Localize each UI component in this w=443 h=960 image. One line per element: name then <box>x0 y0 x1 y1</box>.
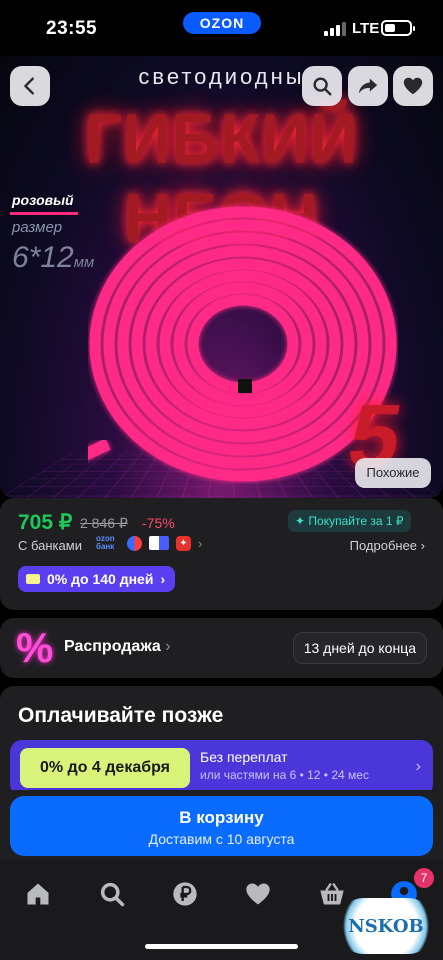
chevron-right-icon: › <box>160 571 166 587</box>
watermark-logo: NSKOB <box>336 898 436 954</box>
search-icon <box>100 882 125 907</box>
sparkle-icon: ✦ <box>295 514 306 528</box>
color-underline <box>10 212 78 215</box>
home-indicator[interactable] <box>145 944 298 949</box>
more-link[interactable]: Подробнее › <box>350 538 425 553</box>
installment-button[interactable]: 0% до 140 дней › <box>18 566 176 592</box>
promo-label: Покупайте за 1 ₽ <box>308 514 404 528</box>
ozon-bank-logo: ozon банк <box>96 534 115 551</box>
heart-icon <box>246 883 270 905</box>
days-left-badge: 13 дней до конца <box>292 632 427 664</box>
pay-later-badge: 0% до 4 декабря <box>20 748 190 788</box>
product-image[interactable]: светодиодны ГИБКИЙ НЕОН розовый размер 6… <box>0 56 443 498</box>
pay-later-title: Оплачивайте позже <box>18 704 224 727</box>
percent-icon: % <box>16 624 54 671</box>
cart-delivery: Доставим с 10 августа <box>148 831 295 847</box>
banks-label: С банками <box>18 538 82 553</box>
signal-icon <box>324 22 346 36</box>
status-bar: 23:55 OZON LTE <box>0 0 443 56</box>
heart-icon <box>403 77 423 95</box>
sale-label-text: Распродажа <box>64 638 161 655</box>
ruble-icon <box>173 882 197 906</box>
tab-finance[interactable] <box>171 880 199 908</box>
chevron-right-icon: › <box>198 535 203 551</box>
tab-cart[interactable] <box>318 880 346 908</box>
bank-logo-red: ✦ <box>176 535 191 551</box>
favorite-button[interactable] <box>393 66 433 106</box>
add-to-cart-button[interactable]: В корзину Доставим с 10 августа <box>10 796 433 856</box>
home-icon <box>27 883 49 905</box>
chevron-right-icon: › <box>165 638 171 655</box>
size-number: 6*12 <box>12 241 74 274</box>
share-icon <box>358 78 378 94</box>
similar-button[interactable]: Похожие <box>355 458 431 488</box>
watermark-text: NSKOB <box>348 915 424 937</box>
back-icon <box>24 77 34 95</box>
installment-label: 0% до 140 дней <box>47 571 154 587</box>
profile-badge: 7 <box>414 868 434 888</box>
discount: -75% <box>142 515 175 531</box>
pay-later-line2: или частями на 6 • 12 • 24 мес <box>200 768 369 782</box>
card-icon <box>26 574 40 584</box>
more-link-label: Подробнее <box>349 538 418 553</box>
cart-panel: В корзину Доставим с 10 августа <box>0 790 443 860</box>
bank-logo-circle <box>127 535 142 551</box>
price-card: 705 ₽ 2 846 ₽ -75% ✦ Покупайте за 1 ₽ С … <box>0 498 443 610</box>
sale-label: Распродажа › <box>64 638 171 656</box>
chevron-right-icon: › <box>420 538 425 553</box>
tab-home[interactable] <box>24 880 52 908</box>
search-icon <box>313 77 332 96</box>
color-label: розовый <box>12 192 74 208</box>
bank-logo-square <box>149 536 169 550</box>
pay-later-card[interactable]: 0% до 4 декабря Без переплат или частями… <box>10 740 433 796</box>
tab-search[interactable] <box>98 880 126 908</box>
size-label: размер <box>12 219 63 236</box>
size-value: 6*12мм <box>12 241 94 275</box>
search-button[interactable] <box>302 66 342 106</box>
battery-icon <box>381 20 415 36</box>
ozon-pill: OZON <box>183 12 261 34</box>
promo-badge[interactable]: ✦ Покупайте за 1 ₽ <box>288 510 411 532</box>
status-time: 23:55 <box>46 18 98 39</box>
cart-label: В корзину <box>179 808 264 827</box>
old-price: 2 846 ₽ <box>80 515 128 531</box>
pay-later-line1: Без переплат <box>200 749 288 765</box>
current-price: 705 ₽ <box>18 511 73 534</box>
share-button[interactable] <box>348 66 388 106</box>
back-button[interactable] <box>10 66 50 106</box>
network-label: LTE <box>352 20 380 37</box>
chevron-right-icon: › <box>415 758 421 775</box>
basket-icon <box>320 882 344 905</box>
bank-logos[interactable]: ozon банк ✦ › <box>96 535 202 551</box>
sale-row[interactable]: % Распродажа › 13 дней до конца <box>0 618 443 678</box>
tab-favorites[interactable] <box>244 880 272 908</box>
